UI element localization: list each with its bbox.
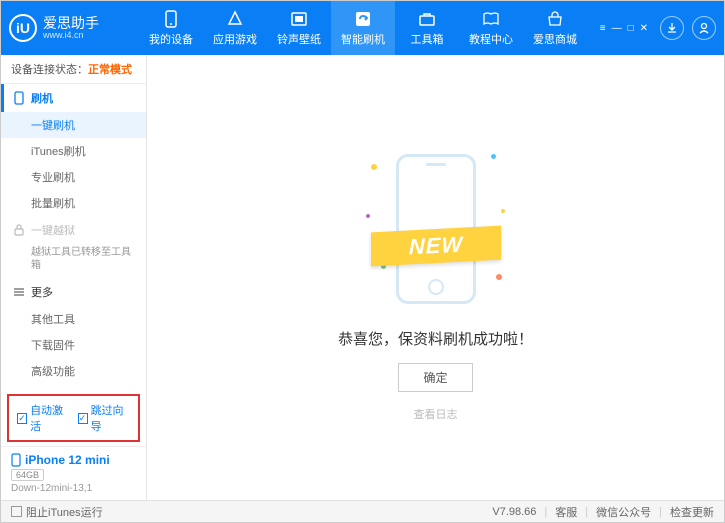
header-right: ≡ — □ ✕ [600,16,716,40]
nav-apps[interactable]: 应用游戏 [203,1,267,55]
version-label: V7.98.66 [492,506,536,518]
sidebar-item-advanced[interactable]: 高级功能 [1,358,146,384]
app-url: www.i4.cn [43,30,99,40]
phone-icon [162,10,180,28]
nav-label: 应用游戏 [213,31,257,47]
status-label: 设备连接状态： [11,64,88,76]
connection-status: 设备连接状态：正常模式 [1,55,146,84]
new-ribbon: NEW [371,225,501,266]
sidebar-item-other-tools[interactable]: 其他工具 [1,306,146,332]
success-message: 恭喜您，保资料刷机成功啦！ [338,328,533,349]
app-header: iU 爱思助手 www.i4.cn 我的设备 应用游戏 铃声壁纸 智能刷机 工具… [1,1,724,55]
nav-toolbox[interactable]: 工具箱 [395,1,459,55]
checkbox-skip-guide[interactable]: ✓ 跳过向导 [78,402,131,434]
jailbreak-note: 越狱工具已转移至工具箱 [1,244,146,278]
checkbox-label: 跳过向导 [91,402,130,434]
checkbox-block-itunes[interactable] [11,506,22,517]
logo: iU 爱思助手 www.i4.cn [9,14,139,42]
device-name: iPhone 12 mini [11,453,136,467]
maximize-icon[interactable]: □ [628,23,634,34]
confirm-button[interactable]: 确定 [398,363,472,392]
apps-icon [226,10,244,28]
device-icon [11,453,21,467]
nav-label: 爱思商城 [533,31,577,47]
lock-icon [13,224,25,236]
footer-link-update[interactable]: 检查更新 [670,504,714,520]
block-itunes-label: 阻止iTunes运行 [26,504,103,520]
footer-link-support[interactable]: 客服 [555,504,577,520]
device-capacity: 64GB [11,469,44,481]
sidebar-item-batch-flash[interactable]: 批量刷机 [1,190,146,216]
window-controls: ≡ — □ ✕ [600,23,648,34]
nav-label: 我的设备 [149,31,193,47]
nav-label: 铃声壁纸 [277,31,321,47]
section-label: 刷机 [31,90,53,106]
wallpaper-icon [290,10,308,28]
sidebar: 设备连接状态：正常模式 刷机 一键刷机 iTunes刷机 专业刷机 批量刷机 一… [1,55,147,500]
success-illustration: NEW [361,134,511,314]
device-sub: Down-12mini-13,1 [11,483,136,494]
store-icon [546,10,564,28]
app-name: 爱思助手 [43,16,99,30]
section-label: 一键越狱 [31,222,75,238]
top-nav: 我的设备 应用游戏 铃声壁纸 智能刷机 工具箱 教程中心 爱思商城 [139,1,600,55]
nav-store[interactable]: 爱思商城 [523,1,587,55]
footer: 阻止iTunes运行 V7.98.66 | 客服 | 微信公众号 | 检查更新 [1,500,724,522]
close-icon[interactable]: ✕ [640,23,648,34]
nav-label: 工具箱 [411,31,444,47]
main-content: NEW 恭喜您，保资料刷机成功啦！ 确定 查看日志 [147,55,724,500]
checkbox-icon: ✓ [78,413,88,424]
download-icon [665,21,679,35]
sidebar-item-itunes-flash[interactable]: iTunes刷机 [1,138,146,164]
more-icon [13,287,25,297]
options-row: ✓ 自动激活 ✓ 跳过向导 [7,394,140,442]
view-log-link[interactable]: 查看日志 [414,406,458,422]
checkbox-icon: ✓ [17,413,27,424]
checkbox-auto-activate[interactable]: ✓ 自动激活 [17,402,70,434]
nav-smart-flash[interactable]: 智能刷机 [331,1,395,55]
nav-label: 智能刷机 [341,31,385,47]
body: 设备连接状态：正常模式 刷机 一键刷机 iTunes刷机 专业刷机 批量刷机 一… [1,55,724,500]
status-value: 正常模式 [88,64,132,76]
sidebar-item-oneclick-flash[interactable]: 一键刷机 [1,112,146,138]
footer-link-wechat[interactable]: 微信公众号 [596,504,651,520]
toolbox-icon [418,10,436,28]
section-label: 更多 [31,284,53,300]
nav-ringtones[interactable]: 铃声壁纸 [267,1,331,55]
nav-label: 教程中心 [469,31,513,47]
sidebar-item-download-firmware[interactable]: 下载固件 [1,332,146,358]
nav-tutorials[interactable]: 教程中心 [459,1,523,55]
user-button[interactable] [692,16,716,40]
device-info[interactable]: iPhone 12 mini 64GB Down-12mini-13,1 [1,446,146,500]
sidebar-section-jailbreak: 一键越狱 [1,216,146,244]
checkbox-label: 自动激活 [30,402,69,434]
minimize-icon[interactable]: — [612,23,622,34]
flash-icon [354,10,372,28]
book-icon [482,10,500,28]
download-button[interactable] [660,16,684,40]
sidebar-item-pro-flash[interactable]: 专业刷机 [1,164,146,190]
menu-icon[interactable]: ≡ [600,23,606,34]
nav-my-device[interactable]: 我的设备 [139,1,203,55]
user-icon [697,21,711,35]
sidebar-section-flash[interactable]: 刷机 [1,84,146,112]
phone-small-icon [13,91,25,105]
logo-icon: iU [9,14,37,42]
sidebar-section-more[interactable]: 更多 [1,278,146,306]
